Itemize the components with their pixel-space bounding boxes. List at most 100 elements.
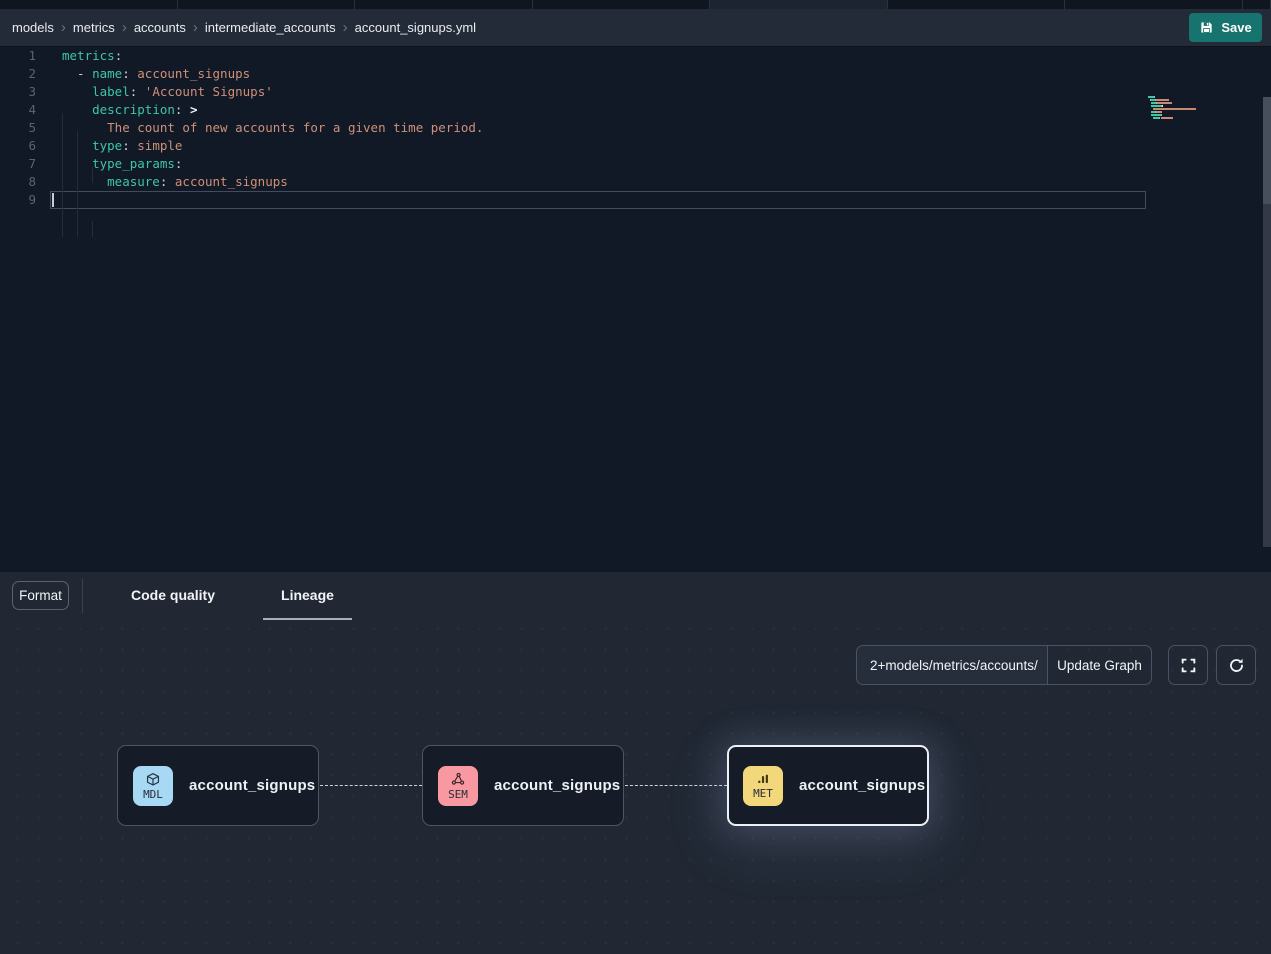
window-tab[interactable] <box>355 0 533 9</box>
minimap-line <box>1148 111 1260 113</box>
editor-scrollbar-thumb[interactable] <box>1263 97 1271 204</box>
indent-guide <box>92 167 93 183</box>
save-icon <box>1199 20 1214 35</box>
fullscreen-button[interactable] <box>1168 645 1208 685</box>
window-tab[interactable] <box>1065 0 1243 9</box>
node-label: account_signups <box>494 777 620 794</box>
breadcrumb-item[interactable]: models <box>8 20 58 35</box>
code-line[interactable]: 1metrics: <box>0 47 1271 65</box>
code-text: The count of new accounts for a given ti… <box>62 119 483 137</box>
breadcrumb-item[interactable]: account_signups.yml <box>351 20 480 35</box>
code-token: name <box>92 66 122 81</box>
code-token <box>62 102 92 117</box>
tab-lineage[interactable]: Lineage <box>263 572 352 621</box>
code-line[interactable]: 4 description: > <box>0 101 1271 119</box>
code-text: label: 'Account Signups' <box>62 83 273 101</box>
code-token: : <box>122 66 130 81</box>
panel-tab-bar: Code quality Lineage <box>98 572 367 621</box>
code-token: : <box>122 138 130 153</box>
lineage-node-mdl[interactable]: MDL account_signups <box>117 745 319 826</box>
save-button-label: Save <box>1221 20 1251 35</box>
node-type-badge: SEM <box>438 766 478 806</box>
bottom-panel: Format Code qualityLineage Update Graph … <box>0 572 1271 954</box>
code-token: The count of new accounts for a given ti… <box>62 120 483 135</box>
node-type-label: MDL <box>143 789 163 800</box>
node-type-label: MET <box>753 788 773 799</box>
chevron-right-icon: › <box>119 20 130 35</box>
window-tab[interactable] <box>533 0 710 9</box>
code-text: metrics: <box>62 47 122 65</box>
code-line[interactable]: 6 type: simple <box>0 137 1271 155</box>
graph-selector-input[interactable] <box>856 645 1047 685</box>
code-text: type: simple <box>62 137 182 155</box>
window-tab[interactable] <box>0 0 178 9</box>
code-line[interactable]: 7 type_params: <box>0 155 1271 173</box>
lineage-node-sem[interactable]: SEM account_signups <box>422 745 624 826</box>
line-number: 2 <box>0 65 36 83</box>
current-line-highlight <box>50 191 1146 209</box>
code-text: measure: account_signups <box>62 173 288 191</box>
window-tab[interactable] <box>1243 0 1271 9</box>
minimap[interactable] <box>1148 96 1260 123</box>
code-text: - name: account_signups <box>62 65 250 83</box>
line-number: 5 <box>0 119 36 137</box>
window-tab[interactable] <box>710 0 888 9</box>
code-line[interactable]: 3 label: 'Account Signups' <box>0 83 1271 101</box>
line-number: 9 <box>0 191 36 209</box>
minimap-mark <box>1157 102 1171 104</box>
code-token: 'Account Signups' <box>137 84 272 99</box>
minimap-mark <box>1151 105 1160 107</box>
update-graph-button[interactable]: Update Graph <box>1047 645 1152 685</box>
code-token: : <box>115 48 123 63</box>
code-line[interactable]: 8 measure: account_signups <box>0 173 1271 191</box>
code-line[interactable]: 5 The count of new accounts for a given … <box>0 119 1271 137</box>
lineage-node-met[interactable]: METaccount_signups <box>727 745 929 826</box>
minimap-line <box>1148 96 1260 98</box>
line-number: 3 <box>0 83 36 101</box>
indent-guide <box>62 113 63 237</box>
tab-code-quality[interactable]: Code quality <box>113 572 233 621</box>
code-token: - <box>62 66 92 81</box>
minimap-mark <box>1161 114 1162 116</box>
save-button[interactable]: Save <box>1189 13 1262 42</box>
minimap-mark <box>1161 117 1174 119</box>
node-label: account_signups <box>189 777 315 794</box>
line-number: 6 <box>0 137 36 155</box>
chevron-right-icon: › <box>58 20 69 35</box>
indent-guide <box>92 221 93 237</box>
code-text: description: > <box>62 101 198 119</box>
refresh-button[interactable] <box>1216 645 1256 685</box>
breadcrumb-bar: models›metrics›accounts›intermediate_acc… <box>0 9 1271 47</box>
lineage-edge <box>320 785 422 786</box>
code-token <box>62 84 92 99</box>
window-tab[interactable] <box>888 0 1065 9</box>
minimap-mark <box>1153 108 1196 110</box>
minimap-mark <box>1156 111 1161 113</box>
format-button[interactable]: Format <box>12 581 69 610</box>
code-token: account_signups <box>130 66 250 81</box>
cube-icon <box>145 772 161 787</box>
code-token: simple <box>130 138 183 153</box>
minimap-line <box>1148 108 1260 110</box>
minimap-line <box>1148 114 1260 116</box>
code-line[interactable]: 9 <box>0 191 1271 209</box>
code-text: type_params: <box>62 155 182 173</box>
chevron-right-icon: › <box>340 20 351 35</box>
code-line[interactable]: 2 - name: account_signups <box>0 65 1271 83</box>
breadcrumb: models›metrics›accounts›intermediate_acc… <box>8 20 480 35</box>
window-tab[interactable] <box>178 0 355 9</box>
code-token: metrics <box>62 48 115 63</box>
breadcrumb-item[interactable]: metrics <box>69 20 119 35</box>
breadcrumb-item[interactable]: accounts <box>130 20 190 35</box>
refresh-icon <box>1228 657 1245 674</box>
minimap-mark <box>1151 114 1160 116</box>
window-tab-bar <box>0 0 1271 9</box>
minimap-line <box>1148 102 1260 104</box>
minimap-mark <box>1162 105 1163 107</box>
code-token: : <box>175 156 183 171</box>
code-editor[interactable]: 1metrics:2 - name: account_signups3 labe… <box>0 47 1271 572</box>
code-token: description <box>92 102 175 117</box>
node-type-badge: MET <box>743 766 783 806</box>
breadcrumb-item[interactable]: intermediate_accounts <box>201 20 340 35</box>
minimap-line <box>1148 99 1260 101</box>
